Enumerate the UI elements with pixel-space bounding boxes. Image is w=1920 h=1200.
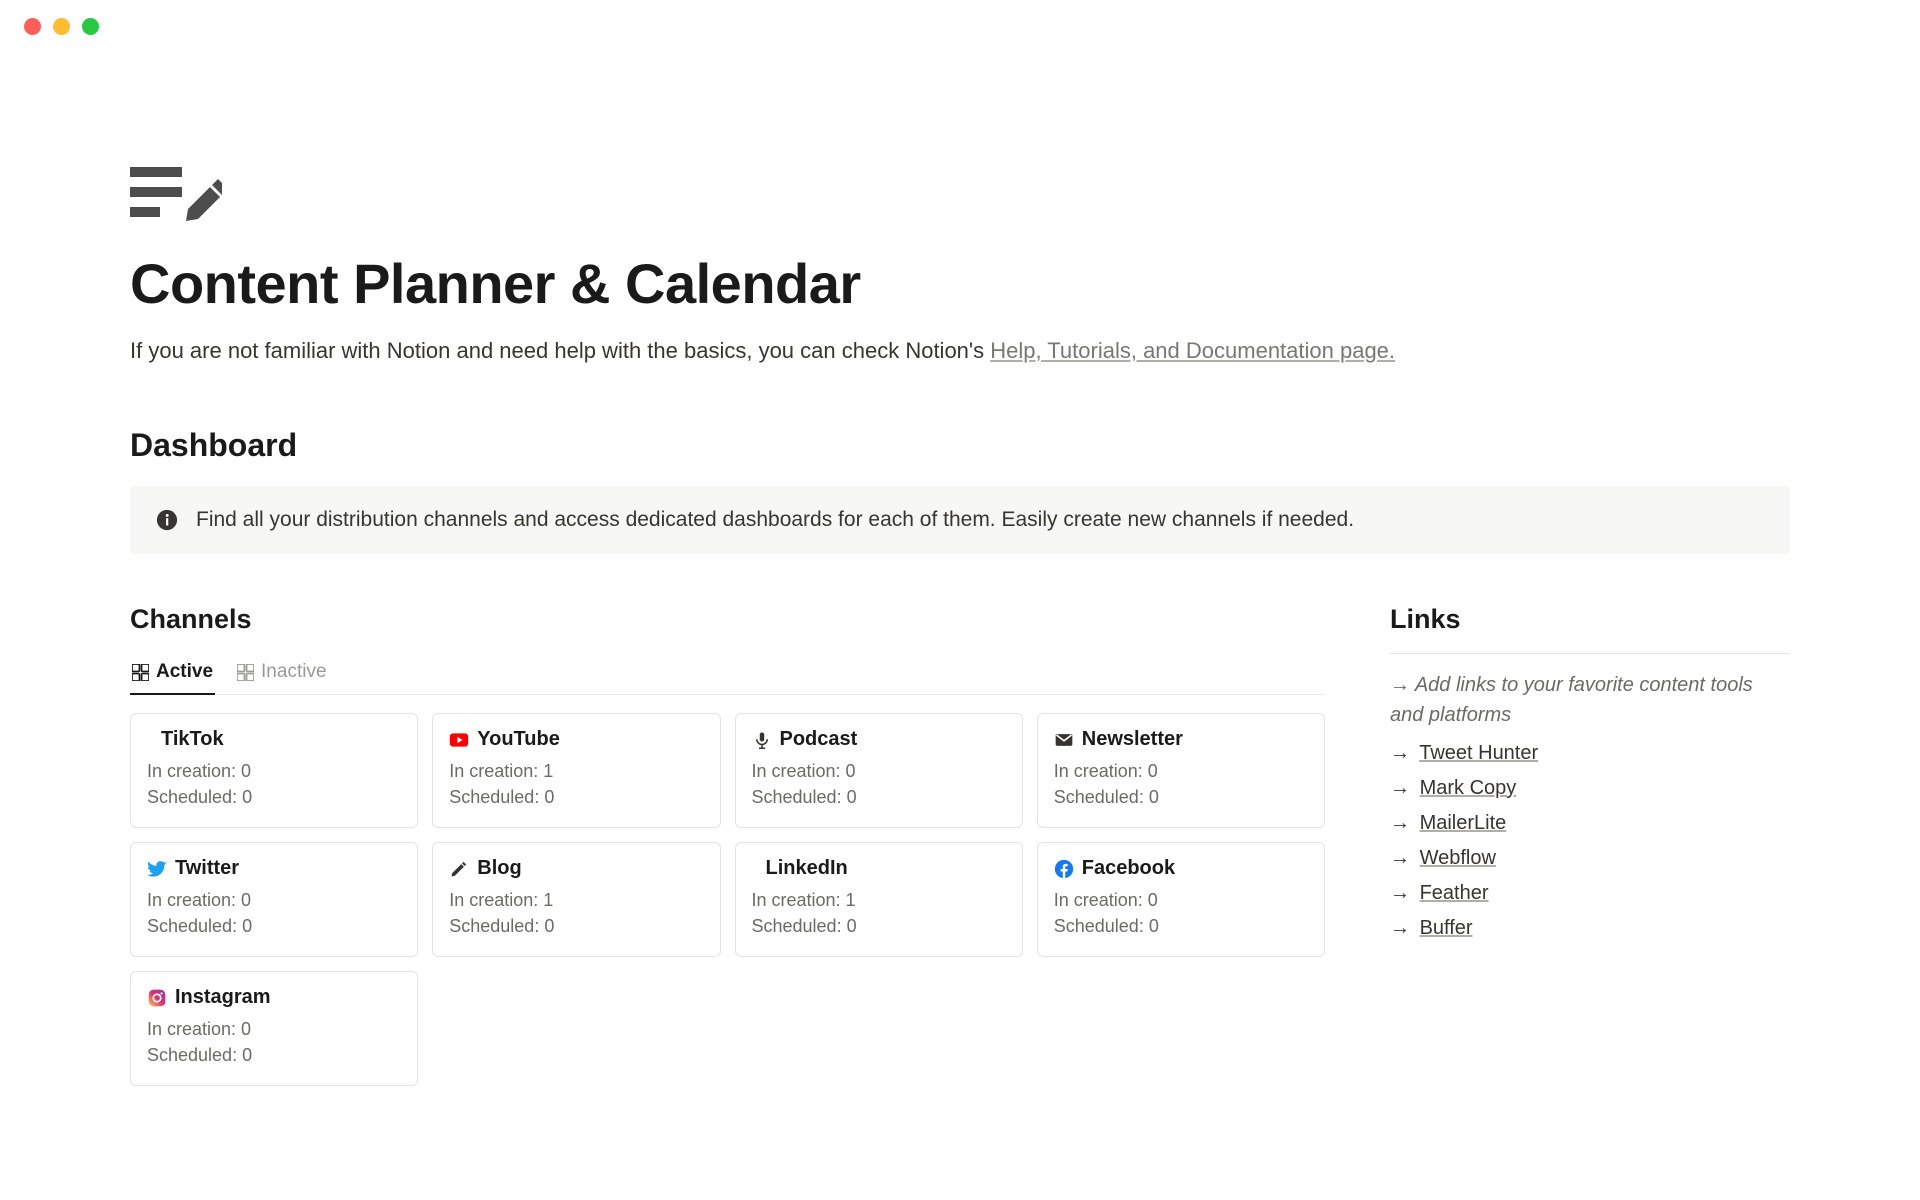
channels-heading: Channels [130, 604, 1325, 635]
tab-inactive[interactable]: Inactive [235, 653, 328, 695]
channel-card-linkedin[interactable]: LinkedIn In creation: 1 Scheduled: 0 [735, 842, 1023, 957]
info-icon [156, 509, 178, 531]
podcast-icon [752, 730, 772, 750]
link-text: Feather [1420, 882, 1489, 904]
link-text: Mark Copy [1420, 777, 1517, 799]
link-text: MailerLite [1420, 812, 1507, 834]
arrow-icon: → [1390, 847, 1410, 869]
channel-card-title: Podcast [780, 728, 858, 751]
link-item[interactable]: → MailerLite [1390, 812, 1790, 835]
gallery-icon [132, 664, 149, 681]
channel-card-title: TikTok [161, 728, 224, 751]
youtube-icon [449, 730, 469, 750]
channel-card-twitter[interactable]: Twitter In creation: 0 Scheduled: 0 [130, 842, 418, 957]
links-hint: → Add links to your favorite content too… [1390, 670, 1790, 730]
channel-card-instagram[interactable]: Instagram In creation: 0 Scheduled: 0 [130, 971, 418, 1086]
gallery-icon [237, 664, 254, 681]
callout-text: Find all your distribution channels and … [196, 508, 1354, 532]
channel-card-facebook[interactable]: Facebook In creation: 0 Scheduled: 0 [1037, 842, 1325, 957]
tab-active[interactable]: Active [130, 653, 215, 695]
newsletter-icon [1054, 730, 1074, 750]
link-text: Tweet Hunter [1419, 742, 1538, 764]
window-close-button[interactable] [24, 18, 41, 35]
stat-in-creation: In creation: 0 [752, 761, 1006, 782]
channels-tabs: Active Inactive [130, 653, 1325, 695]
channel-card-title: Twitter [175, 857, 239, 880]
stat-in-creation: In creation: 1 [449, 761, 703, 782]
channel-card-title: YouTube [477, 728, 560, 751]
instagram-icon [147, 988, 167, 1008]
arrow-icon: → [1390, 742, 1410, 764]
arrow-icon: → [1390, 812, 1410, 834]
channel-card-tiktok[interactable]: TikTok In creation: 0 Scheduled: 0 [130, 713, 418, 828]
stat-scheduled: Scheduled: 0 [1054, 916, 1308, 937]
channel-card-blog[interactable]: Blog In creation: 1 Scheduled: 0 [432, 842, 720, 957]
channel-card-newsletter[interactable]: Newsletter In creation: 0 Scheduled: 0 [1037, 713, 1325, 828]
channel-card-title: Blog [477, 857, 521, 880]
help-docs-link[interactable]: Help, Tutorials, and Documentation page. [990, 338, 1395, 363]
stat-scheduled: Scheduled: 0 [147, 787, 401, 808]
stat-scheduled: Scheduled: 0 [752, 916, 1006, 937]
stat-in-creation: In creation: 0 [1054, 890, 1308, 911]
channels-grid: TikTok In creation: 0 Scheduled: 0 YouTube I… [130, 713, 1325, 1086]
stat-scheduled: Scheduled: 0 [1054, 787, 1308, 808]
link-text: Webflow [1420, 847, 1496, 869]
window-controls [0, 0, 1920, 53]
blog-icon [449, 859, 469, 879]
channel-card-title: Facebook [1082, 857, 1175, 880]
channel-card-title: Newsletter [1082, 728, 1183, 751]
arrow-icon: → [1390, 777, 1410, 799]
page-icon-edit[interactable] [130, 163, 1790, 223]
link-item[interactable]: → Buffer [1390, 917, 1790, 940]
channel-card-title: Instagram [175, 986, 271, 1009]
twitter-icon [147, 859, 167, 879]
intro-text: If you are not familiar with Notion and … [130, 334, 1790, 367]
stat-in-creation: In creation: 1 [752, 890, 1006, 911]
arrow-icon: → [1390, 882, 1410, 904]
stat-in-creation: In creation: 0 [147, 890, 401, 911]
dashboard-callout: Find all your distribution channels and … [130, 486, 1790, 554]
stat-in-creation: In creation: 1 [449, 890, 703, 911]
arrow-icon: → [1390, 917, 1410, 939]
channel-card-youtube[interactable]: YouTube In creation: 1 Scheduled: 0 [432, 713, 720, 828]
stat-scheduled: Scheduled: 0 [147, 916, 401, 937]
stat-scheduled: Scheduled: 0 [449, 787, 703, 808]
links-list: → Tweet Hunter→ Mark Copy→ MailerLite→ W… [1390, 742, 1790, 940]
channel-card-title: LinkedIn [766, 857, 848, 880]
links-heading: Links [1390, 604, 1790, 635]
dashboard-heading: Dashboard [130, 427, 1790, 464]
stat-scheduled: Scheduled: 0 [147, 1045, 401, 1066]
stat-scheduled: Scheduled: 0 [752, 787, 1006, 808]
divider [1390, 653, 1790, 654]
stat-in-creation: In creation: 0 [147, 761, 401, 782]
channel-card-podcast[interactable]: Podcast In creation: 0 Scheduled: 0 [735, 713, 1023, 828]
page-title: Content Planner & Calendar [130, 251, 1790, 316]
stat-scheduled: Scheduled: 0 [449, 916, 703, 937]
window-maximize-button[interactable] [82, 18, 99, 35]
link-item[interactable]: → Webflow [1390, 847, 1790, 870]
stat-in-creation: In creation: 0 [147, 1019, 401, 1040]
link-item[interactable]: → Feather [1390, 882, 1790, 905]
link-item[interactable]: → Tweet Hunter [1390, 742, 1790, 765]
facebook-icon [1054, 859, 1074, 879]
link-item[interactable]: → Mark Copy [1390, 777, 1790, 800]
link-text: Buffer [1420, 917, 1473, 939]
stat-in-creation: In creation: 0 [1054, 761, 1308, 782]
window-minimize-button[interactable] [53, 18, 70, 35]
